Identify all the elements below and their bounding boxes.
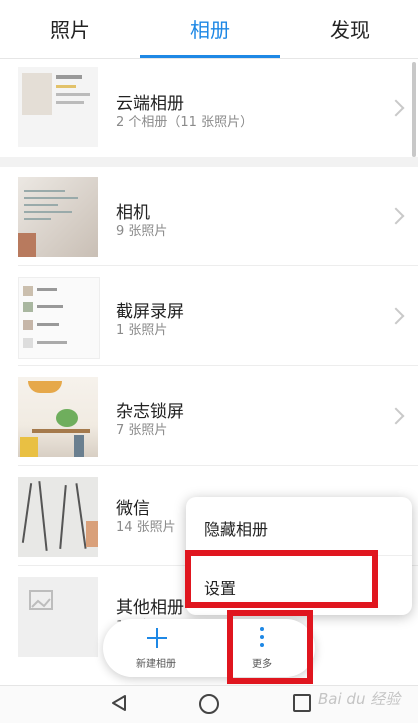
album-thumbnail <box>18 377 98 457</box>
divider <box>18 465 418 466</box>
album-count: 9 张照片 <box>116 224 168 239</box>
album-thumbnail <box>18 177 98 257</box>
new-album-button[interactable]: 新建相册 <box>103 619 209 677</box>
tab-photos[interactable]: 照片 <box>0 14 140 43</box>
highlight-box-more <box>227 610 313 684</box>
tab-discover[interactable]: 发现 <box>280 14 418 43</box>
menu-item-hide-albums[interactable]: 隐藏相册 <box>204 516 268 540</box>
home-icon[interactable] <box>199 694 219 714</box>
watermark-logo: Bai du 经验 <box>318 690 401 708</box>
album-row-screenshots[interactable]: 截屏录屏 1 张照片 <box>0 270 418 365</box>
album-row-camera[interactable]: 相机 9 张照片 <box>0 170 418 265</box>
tab-bar: 照片 相册 发现 <box>0 0 418 58</box>
chevron-right-icon <box>387 307 405 325</box>
back-icon[interactable] <box>110 694 128 712</box>
divider <box>18 365 418 366</box>
recent-apps-icon[interactable] <box>293 694 311 712</box>
chevron-right-icon <box>387 407 405 425</box>
album-count: 2 个相册（11 张照片） <box>116 115 254 130</box>
plus-icon-stroke <box>156 628 158 648</box>
album-thumbnail <box>18 277 100 359</box>
chevron-right-icon <box>387 99 405 117</box>
chevron-right-icon <box>387 207 405 225</box>
tab-albums[interactable]: 相册 <box>140 14 280 43</box>
album-thumbnail <box>18 477 98 557</box>
album-thumbnail <box>18 67 98 147</box>
album-count: 7 张照片 <box>116 423 168 438</box>
album-row-cloud[interactable]: 云端相册 2 个相册（11 张照片） <box>0 60 418 155</box>
section-gap <box>0 157 418 167</box>
tab-divider <box>0 58 418 59</box>
highlight-box-settings <box>185 550 378 608</box>
scrollbar[interactable] <box>412 62 416 157</box>
image-placeholder-icon <box>29 590 53 610</box>
album-row-magazine-lock[interactable]: 杂志锁屏 7 张照片 <box>0 370 418 465</box>
new-album-label: 新建相册 <box>136 659 176 670</box>
album-count: 1 张照片 <box>116 323 168 338</box>
divider <box>18 265 418 266</box>
album-count: 14 张照片 <box>116 520 176 535</box>
album-thumbnail <box>18 577 98 657</box>
